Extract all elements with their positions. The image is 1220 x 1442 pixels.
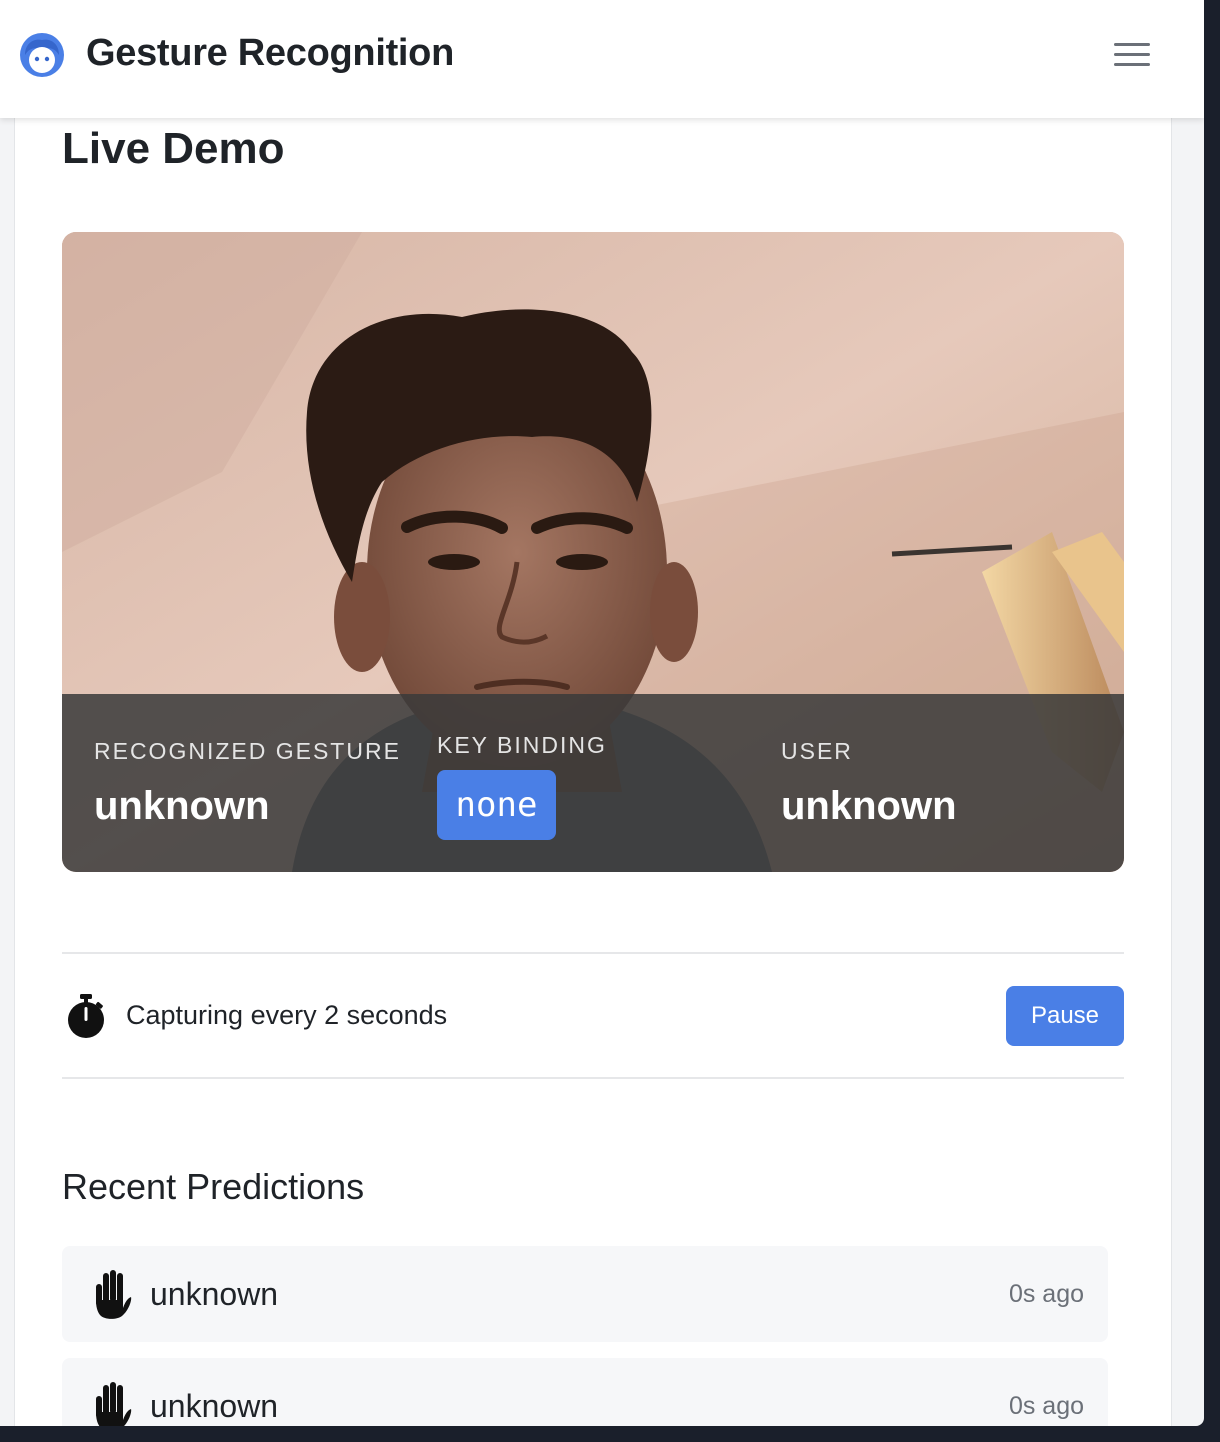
divider (62, 1077, 1124, 1079)
prediction-list-item: unknown 0s ago (62, 1246, 1108, 1342)
raised-hand-icon (96, 1270, 132, 1319)
hamburger-menu-button[interactable] (1110, 40, 1152, 70)
recognized-gesture-value: unknown (94, 784, 270, 828)
page-title: Live Demo (62, 124, 285, 173)
recent-predictions-title: Recent Predictions (62, 1166, 365, 1207)
recognized-gesture-label: RECOGNIZED GESTURE (94, 738, 401, 764)
app-window: Gesture Recognition Live Demo RECOGNIZED… (0, 0, 1204, 1426)
prediction-overlay: RECOGNIZED GESTURE unknown KEY BINDING n… (62, 694, 1124, 872)
raised-hand-icon (96, 1382, 132, 1426)
face-logo-icon[interactable] (18, 31, 66, 79)
prediction-list-item: unknown 0s ago (62, 1358, 1108, 1426)
divider (62, 952, 1124, 954)
prediction-time: 0s ago (1008, 1280, 1084, 1308)
top-navbar: Gesture Recognition (0, 0, 1204, 118)
capture-interval-text: Capturing every 2 seconds (126, 1000, 448, 1030)
pause-button[interactable]: Pause (1006, 986, 1124, 1046)
app-title: Gesture Recognition (86, 32, 455, 74)
prediction-name: unknown (150, 1276, 279, 1312)
user-value: unknown (781, 784, 957, 828)
user-label: USER (781, 738, 853, 764)
key-binding-badge: none (437, 770, 556, 840)
stopwatch-icon (68, 994, 104, 1038)
key-binding-label: KEY BINDING (437, 732, 607, 758)
hamburger-menu-icon (1114, 43, 1150, 46)
prediction-name: unknown (150, 1388, 279, 1424)
prediction-time: 0s ago (1008, 1392, 1084, 1420)
webcam-video-feed: RECOGNIZED GESTURE unknown KEY BINDING n… (62, 232, 1124, 872)
